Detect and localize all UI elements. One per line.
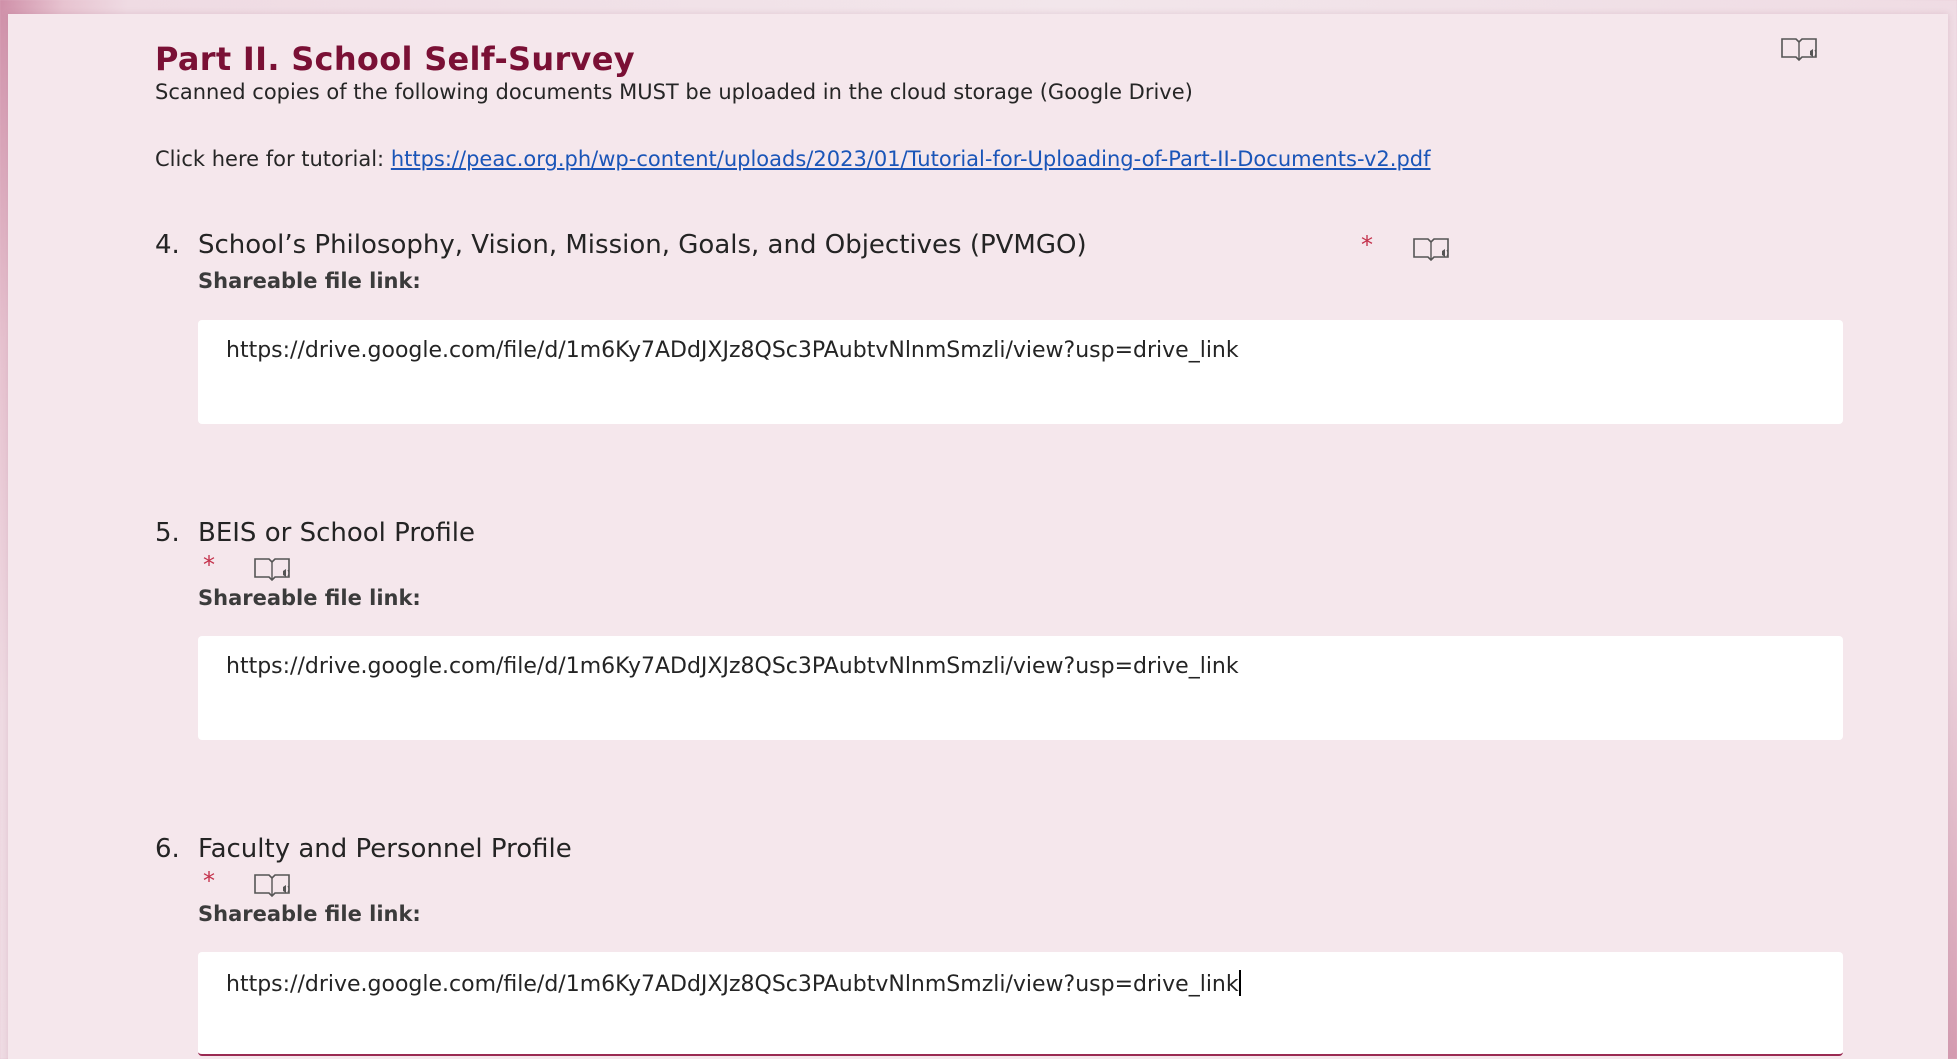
question-6-title: Faculty and Personnel Profile xyxy=(198,834,572,864)
immersive-reader-icon[interactable] xyxy=(1780,35,1820,63)
question-5-title: BEIS or School Profile xyxy=(198,518,475,548)
question-6-number: 6. xyxy=(155,834,180,864)
question-4-title: School’s Philosophy, Vision, Mission, Go… xyxy=(198,230,1087,260)
immersive-reader-icon[interactable] xyxy=(253,871,293,899)
question-4-number: 4. xyxy=(155,230,180,260)
immersive-reader-icon[interactable] xyxy=(1412,235,1452,263)
question-5-answer-text: https://drive.google.com/file/d/1m6Ky7AD… xyxy=(226,654,1239,679)
question-5-answer-input[interactable]: https://drive.google.com/file/d/1m6Ky7AD… xyxy=(198,636,1843,740)
question-5-number: 5. xyxy=(155,518,180,548)
tutorial-link[interactable]: https://peac.org.ph/wp-content/uploads/2… xyxy=(391,147,1431,171)
form-section-card: Part II. School Self-Survey Scanned copi… xyxy=(8,14,1948,1059)
section-title: Part II. School Self-Survey xyxy=(155,40,635,78)
question-6-required-mark: * xyxy=(203,867,215,895)
question-6-answer-text: https://drive.google.com/file/d/1m6Ky7AD… xyxy=(226,972,1239,997)
question-4-answer-input[interactable]: https://drive.google.com/file/d/1m6Ky7AD… xyxy=(198,320,1843,424)
immersive-reader-icon[interactable] xyxy=(253,555,293,583)
question-4-subtitle: Shareable file link: xyxy=(198,269,421,293)
tutorial-prefix: Click here for tutorial: xyxy=(155,147,391,171)
section-description: Scanned copies of the following document… xyxy=(155,80,1193,104)
question-6-subtitle: Shareable file link: xyxy=(198,902,421,926)
text-caret xyxy=(1238,970,1241,996)
question-6-answer-input[interactable]: https://drive.google.com/file/d/1m6Ky7AD… xyxy=(198,952,1843,1056)
question-5-subtitle: Shareable file link: xyxy=(198,586,421,610)
tutorial-paragraph: Click here for tutorial: https://peac.or… xyxy=(155,146,1715,172)
question-4-answer-text: https://drive.google.com/file/d/1m6Ky7AD… xyxy=(226,338,1239,363)
question-5-required-mark: * xyxy=(203,551,215,579)
question-4-required-mark: * xyxy=(1361,231,1373,259)
